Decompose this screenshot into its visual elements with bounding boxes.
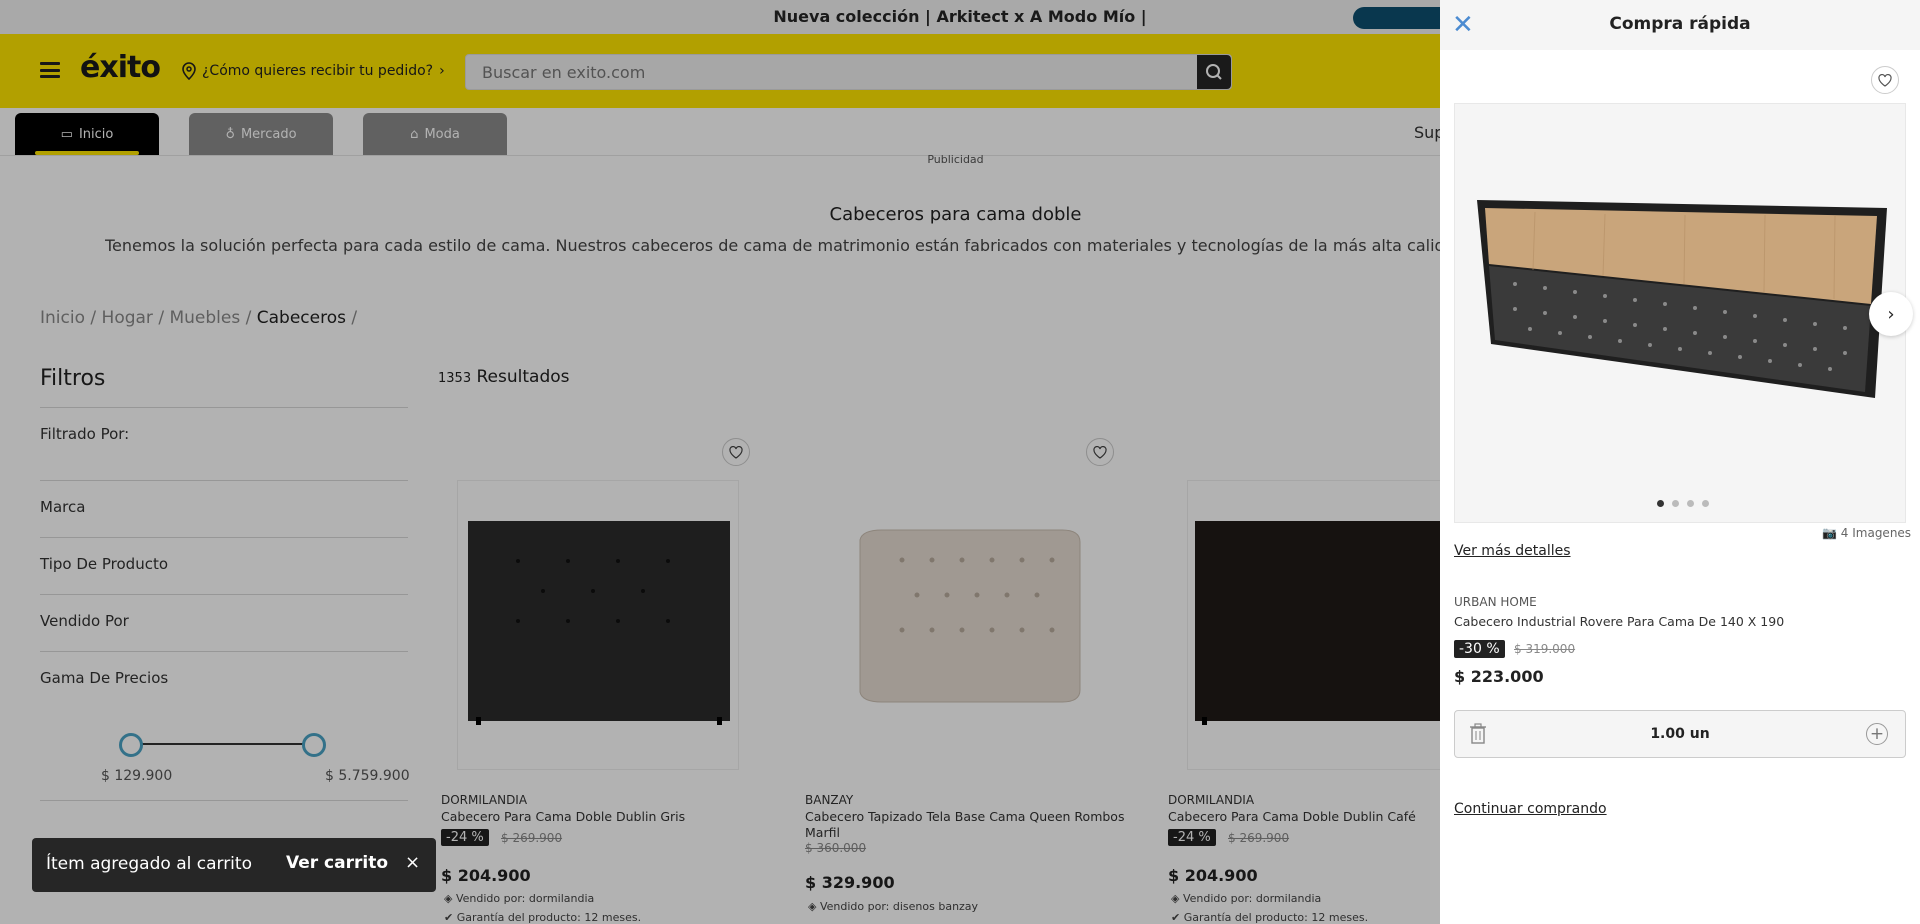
quantity-value: 1.00 un xyxy=(1650,726,1710,742)
close-icon[interactable]: × xyxy=(405,852,420,873)
gallery-dot[interactable] xyxy=(1657,500,1664,507)
gallery-dot[interactable] xyxy=(1687,500,1694,507)
next-image-button[interactable]: › xyxy=(1869,292,1913,336)
image-count-text: 4 Imagenes xyxy=(1840,526,1912,540)
image-count: 📷 4 Imagenes xyxy=(1822,526,1911,540)
gallery-dot[interactable] xyxy=(1672,500,1679,507)
chevron-right-icon: › xyxy=(1887,303,1895,325)
quick-buy-panel: ✕ Compra rápida › 📷 4 Imagenes Ver más d… xyxy=(1440,0,1920,924)
quantity-stepper: 1.00 un + xyxy=(1454,710,1906,758)
gallery-dot[interactable] xyxy=(1702,500,1709,507)
view-details-link[interactable]: Ver más detalles xyxy=(1454,543,1571,559)
continue-shopping-link[interactable]: Continuar comprando xyxy=(1454,801,1607,817)
modal-backdrop[interactable] xyxy=(0,0,1440,924)
product-price: $ 223.000 xyxy=(1454,667,1544,686)
product-main-image xyxy=(1477,200,1887,398)
plus-icon[interactable]: + xyxy=(1866,723,1888,745)
camera-icon: 📷 xyxy=(1822,526,1837,540)
discount-badge: -30 % xyxy=(1454,640,1505,658)
product-gallery[interactable]: › xyxy=(1454,103,1913,523)
toast-text: Ítem agregado al carrito xyxy=(46,854,252,874)
view-cart-button[interactable]: Ver carrito xyxy=(286,853,388,873)
product-brand: URBAN HOME xyxy=(1454,595,1537,609)
cart-toast: Ítem agregado al carrito Ver carrito × xyxy=(32,838,436,892)
gallery-dots xyxy=(1657,500,1709,507)
favorite-heart-icon[interactable] xyxy=(1871,66,1899,94)
product-name: Cabecero Industrial Rovere Para Cama De … xyxy=(1454,614,1785,629)
panel-title: Compra rápida xyxy=(1609,14,1751,34)
old-price: $ 319.000 xyxy=(1514,642,1576,656)
